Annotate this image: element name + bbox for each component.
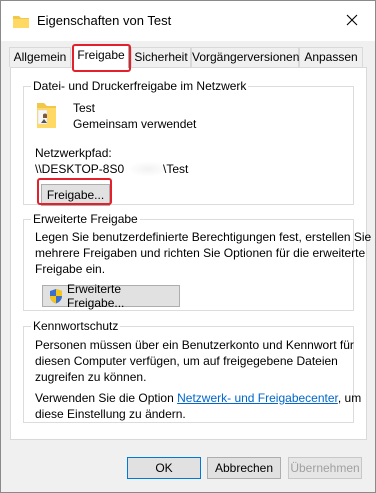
tab-panel: Datei- und Druckerfreigabe im Netzwerk T… [10, 67, 371, 440]
redacted-blur [130, 162, 166, 176]
network-path-label: Netzwerkpfad: [35, 146, 112, 160]
share-button[interactable]: Freigabe... [41, 184, 110, 206]
network-sharing-center-link[interactable]: Netzwerk- und Freigabecenter [177, 391, 338, 405]
password-protection-group: Kennwortschutz Personen müssen über ein … [23, 319, 361, 423]
advanced-sharing-group: Erweiterte Freigabe Legen Sie benutzerde… [23, 212, 371, 311]
ok-button[interactable]: OK [127, 457, 201, 479]
tab-anpassen[interactable]: Anpassen [299, 47, 363, 67]
password-desc-line3: zugreifen zu können. [35, 370, 147, 384]
advanced-desc-line3: Freigabe ein. [35, 262, 106, 276]
uac-shield-icon [49, 288, 63, 304]
advanced-sharing-title: Erweiterte Freigabe [31, 212, 140, 226]
password-change-line2: diese Einstellung zu ändern. [35, 407, 186, 421]
tab-sicherheit[interactable]: Sicherheit [131, 47, 191, 67]
password-desc-line1: Personen müssen über ein Benutzerkonto u… [35, 338, 354, 352]
password-change-prefix: Verwenden Sie die Option [35, 391, 178, 405]
network-path-prefix: \\DESKTOP-8S0 [35, 162, 125, 176]
advanced-desc-line2: mehrere Freigaben und richten Sie Option… [35, 246, 366, 260]
password-change-suffix: , um [337, 391, 362, 405]
properties-window: Eigenschaften von Test Allgemein Freigab… [0, 0, 376, 493]
folder-name: Test [73, 101, 96, 115]
apply-button[interactable]: Übernehmen [288, 457, 362, 479]
tab-allgemein[interactable]: Allgemein [9, 47, 71, 67]
password-desc-line2: diesen Computer verfügen, um auf freigeg… [35, 354, 338, 368]
network-sharing-title: Datei- und Druckerfreigabe im Netzwerk [31, 79, 249, 93]
folder-status: Gemeinsam verwendet [73, 117, 197, 131]
advanced-desc-line1: Legen Sie benutzerdefinierte Berechtigun… [35, 230, 372, 244]
advanced-sharing-button-label: Erweiterte Freigabe... [67, 282, 125, 310]
advanced-sharing-button[interactable]: Erweiterte Freigabe... [42, 282, 180, 310]
close-icon [346, 14, 358, 29]
folder-icon [13, 14, 29, 28]
tab-vorgaengerversionen[interactable]: Vorgängerversionen [191, 47, 299, 67]
cancel-button[interactable]: Abbrechen [207, 457, 281, 479]
tab-freigabe[interactable]: Freigabe [73, 45, 129, 68]
password-change-line1: Verwenden Sie die Option Netzwerk- und F… [35, 391, 361, 406]
tab-strip: Allgemein Freigabe Sicherheit Vorgängerv… [9, 45, 369, 68]
network-sharing-group: Datei- und Druckerfreigabe im Netzwerk T… [23, 79, 354, 206]
shared-folder-icon [35, 101, 57, 134]
network-path-suffix: \Test [163, 162, 189, 176]
title-bar: Eigenschaften von Test [1, 1, 375, 41]
close-button[interactable] [329, 1, 375, 41]
window-title: Eigenschaften von Test [37, 13, 172, 28]
password-protection-title: Kennwortschutz [31, 319, 121, 333]
